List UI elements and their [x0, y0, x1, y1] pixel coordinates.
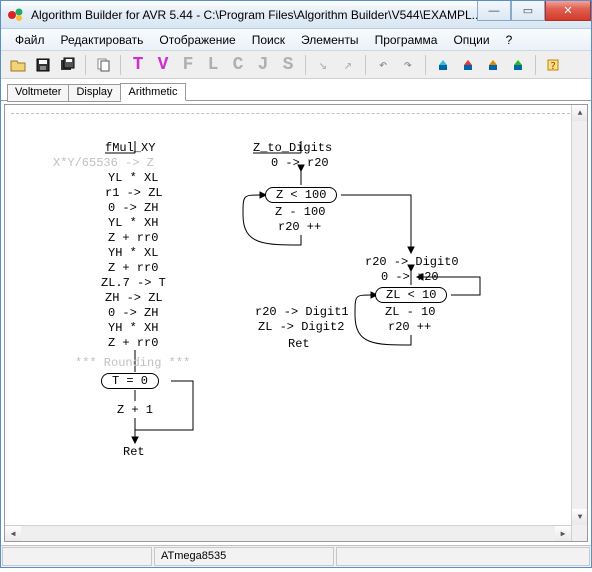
code-line: r20 -> Digit0 — [365, 255, 459, 270]
menu-bar: Файл Редактировать Отображение Поиск Эле… — [1, 29, 591, 51]
code-line: YL * XL — [108, 171, 158, 186]
letter-c[interactable]: C — [227, 54, 249, 76]
condition-t: T = 0 — [101, 373, 159, 389]
close-button[interactable]: ✕ — [545, 1, 591, 21]
scroll-right-icon[interactable]: ▶ — [555, 526, 571, 542]
menu-file[interactable]: Файл — [7, 31, 53, 49]
code-line: ZH -> ZL — [105, 291, 163, 306]
nav-next-icon[interactable]: ↗ — [337, 54, 359, 76]
code-line: 0 -> r20 — [381, 270, 439, 285]
status-bar: ATmega8535 — [1, 545, 591, 567]
code-line: ZL -> Digit2 — [258, 320, 344, 335]
comment-rounding: *** Rounding *** — [75, 356, 190, 371]
letter-s[interactable]: S — [277, 54, 299, 76]
tab-voltmeter[interactable]: Voltmeter — [7, 84, 69, 102]
block-title-ztodigits: Z_to_Digits — [253, 141, 332, 156]
chip-icon-1[interactable] — [432, 54, 454, 76]
code-line: r1 -> ZL — [105, 186, 163, 201]
vertical-scrollbar[interactable]: ▲ ▼ — [571, 105, 587, 541]
chip-icon-4[interactable] — [507, 54, 529, 76]
menu-elements[interactable]: Элементы — [293, 31, 367, 49]
page-separator — [11, 113, 575, 114]
menu-view[interactable]: Отображение — [151, 31, 243, 49]
save-icon[interactable] — [32, 54, 54, 76]
menu-options[interactable]: Опции — [445, 31, 497, 49]
scroll-up-icon[interactable]: ▲ — [572, 105, 588, 121]
code-line: 0 -> r20 — [271, 156, 329, 171]
undo-icon[interactable]: ↶ — [372, 54, 394, 76]
help-icon[interactable]: ? — [542, 54, 564, 76]
return-label: Ret — [123, 445, 145, 460]
open-icon[interactable] — [7, 54, 29, 76]
code-line: ZL.7 -> T — [101, 276, 166, 291]
letter-t[interactable]: T — [127, 54, 149, 76]
nav-prev-icon[interactable]: ↘ — [312, 54, 334, 76]
code-line: YL * XH — [108, 216, 158, 231]
chip-icon-2[interactable] — [457, 54, 479, 76]
code-line: r20 ++ — [388, 320, 431, 335]
return-label: Ret — [288, 337, 310, 352]
code-line: 0 -> ZH — [108, 306, 158, 321]
save-all-icon[interactable] — [57, 54, 79, 76]
minimize-button[interactable]: — — [477, 1, 511, 21]
code-line: r20 -> Digit1 — [255, 305, 349, 320]
chip-icon-3[interactable] — [482, 54, 504, 76]
letter-l[interactable]: L — [202, 54, 224, 76]
status-cell-1 — [2, 547, 152, 566]
title-bar[interactable]: Algorithm Builder for AVR 5.44 - C:\Prog… — [1, 1, 591, 29]
horizontal-scrollbar[interactable]: ◀ ▶ — [5, 525, 571, 541]
code-line: r20 ++ — [278, 220, 321, 235]
code-line: Z + rr0 — [108, 261, 158, 276]
canvas-frame: fMul_XY X*Y/65536 -> Z YL * XL r1 -> ZL … — [1, 100, 591, 545]
letter-v[interactable]: V — [152, 54, 174, 76]
app-icon — [7, 6, 25, 24]
copy-icon[interactable] — [92, 54, 114, 76]
menu-help[interactable]: ? — [498, 31, 521, 49]
menu-search[interactable]: Поиск — [244, 31, 293, 49]
letter-j[interactable]: J — [252, 54, 274, 76]
code-line: ZL - 10 — [385, 305, 435, 320]
code-line: Z - 100 — [275, 205, 325, 220]
app-window: Algorithm Builder for AVR 5.44 - C:\Prog… — [0, 0, 592, 568]
scroll-left-icon[interactable]: ◀ — [5, 526, 21, 542]
code-line: YH * XH — [108, 321, 158, 336]
tab-display[interactable]: Display — [68, 84, 120, 102]
svg-text:?: ? — [550, 61, 556, 72]
scroll-down-icon[interactable]: ▼ — [572, 509, 588, 525]
menu-edit[interactable]: Редактировать — [53, 31, 152, 49]
algorithm-canvas[interactable]: fMul_XY X*Y/65536 -> Z YL * XL r1 -> ZL … — [4, 104, 588, 542]
status-cell-3 — [336, 547, 590, 566]
letter-f[interactable]: F — [177, 54, 199, 76]
tab-strip: Voltmeter Display Arithmetic — [1, 79, 591, 100]
status-chip: ATmega8535 — [154, 547, 334, 566]
code-line: Z + rr0 — [108, 231, 158, 246]
code-line: YH * XL — [108, 246, 158, 261]
code-line: Z + rr0 — [108, 336, 158, 351]
tab-arithmetic[interactable]: Arithmetic — [120, 83, 187, 101]
code-line: Z + 1 — [117, 403, 153, 418]
condition-zl10: ZL < 10 — [375, 287, 447, 303]
block-title-fmul: fMul_XY — [105, 141, 155, 156]
condition-z100: Z < 100 — [265, 187, 337, 203]
code-line: 0 -> ZH — [108, 201, 158, 216]
maximize-button[interactable]: ▭ — [511, 1, 545, 21]
window-controls: — ▭ ✕ — [477, 1, 591, 21]
toolbar: T V F L C J S ↘ ↗ ↶ ↷ ? — [1, 51, 591, 79]
menu-program[interactable]: Программа — [367, 31, 446, 49]
comment-formula: X*Y/65536 -> Z — [53, 156, 154, 171]
redo-icon[interactable]: ↷ — [397, 54, 419, 76]
